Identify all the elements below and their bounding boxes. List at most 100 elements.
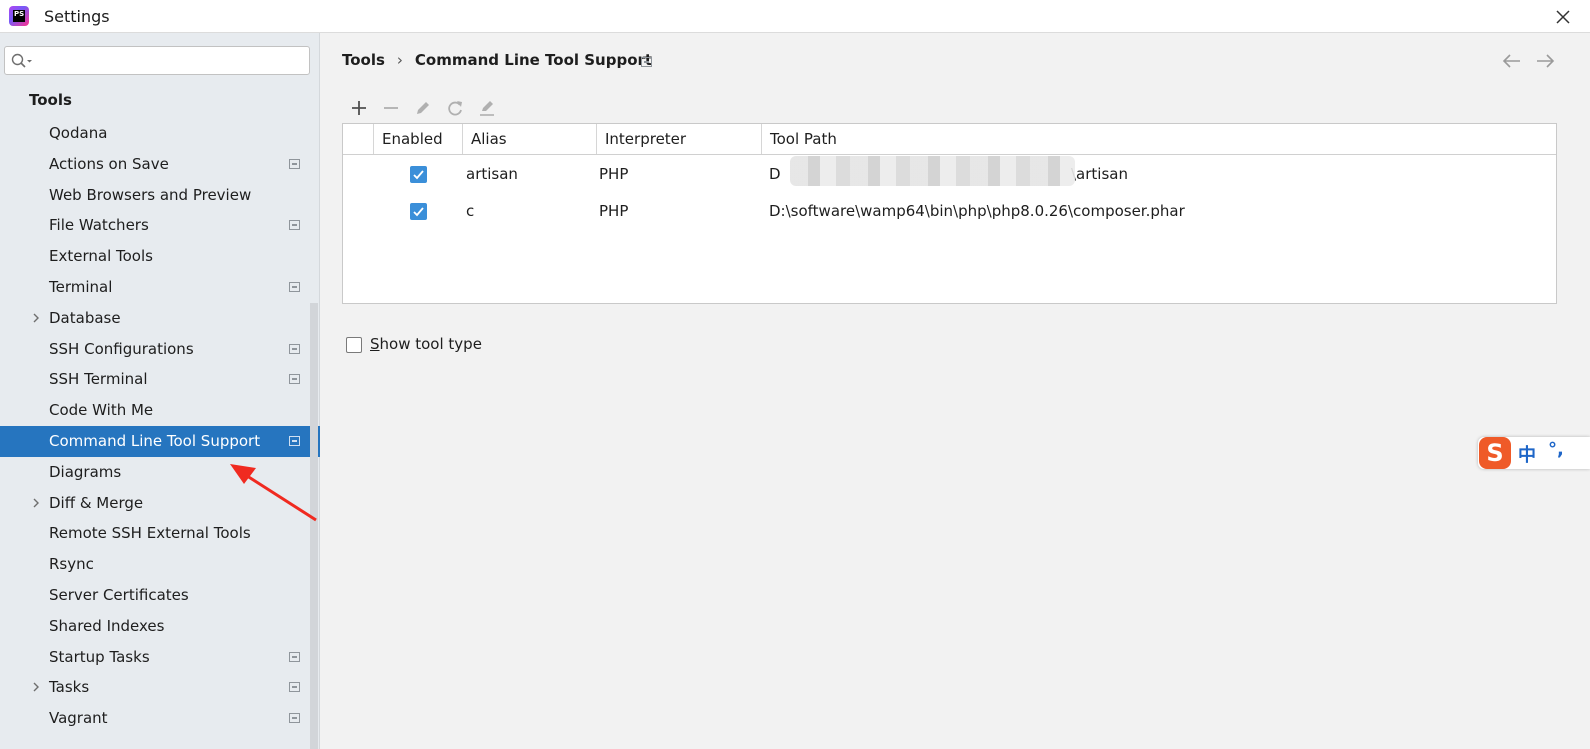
alias-cell: artisan xyxy=(466,165,518,183)
back-arrow-icon[interactable] xyxy=(1501,51,1523,71)
ime-mode[interactable]: 中 xyxy=(1518,441,1536,467)
enabled-checkbox[interactable] xyxy=(410,166,427,183)
sidebar-item-label: Remote SSH External Tools xyxy=(49,524,251,543)
sidebar-item-label: Shared Indexes xyxy=(49,616,165,635)
sidebar-item-label: External Tools xyxy=(49,247,153,266)
tool-path-cell-start: D xyxy=(769,165,781,183)
add-icon[interactable] xyxy=(350,99,368,117)
sidebar-item-vagrant[interactable]: Vagrant xyxy=(0,703,320,734)
project-scope-icon xyxy=(641,57,652,67)
breadcrumb-parent[interactable]: Tools xyxy=(342,51,385,69)
forward-arrow-icon[interactable] xyxy=(1534,51,1556,71)
sidebar-item-ssh-terminal[interactable]: SSH Terminal xyxy=(0,364,320,395)
show-tool-type-label: Show tool type xyxy=(370,335,482,353)
annotation-arrow-icon xyxy=(230,464,317,522)
header-enabled[interactable]: Enabled xyxy=(374,124,463,154)
breadcrumb: Tools › Command Line Tool Support xyxy=(342,51,652,69)
sidebar-item-label: Diagrams xyxy=(49,462,122,481)
sidebar-item-qodana[interactable]: Qodana xyxy=(0,118,320,149)
checkbox-box[interactable] xyxy=(346,337,362,353)
sidebar-item-terminal[interactable]: Terminal xyxy=(0,272,320,303)
tree-root-tools[interactable]: Tools xyxy=(29,91,72,109)
project-scope-icon xyxy=(289,374,300,385)
sidebar-item-label: Startup Tasks xyxy=(49,647,150,666)
sidebar-item-actions-on-save[interactable]: Actions on Save xyxy=(0,149,320,180)
chevron-right-icon[interactable] xyxy=(30,312,42,324)
sidebar-item-server-certificates[interactable]: Server Certificates xyxy=(0,580,320,611)
sidebar-scrollbar[interactable] xyxy=(310,303,318,749)
breadcrumb-separator: › xyxy=(396,51,403,69)
ime-status-badge[interactable]: S 中 °, xyxy=(1478,437,1590,469)
sidebar-item-file-watchers[interactable]: File Watchers xyxy=(0,210,320,241)
header-tool-path[interactable]: Tool Path xyxy=(762,124,1556,154)
sidebar-item-label: Database xyxy=(49,308,121,327)
sidebar-item-label: Tasks xyxy=(49,678,90,697)
sidebar-item-label: SSH Terminal xyxy=(49,370,148,389)
sidebar-item-web-browsers-and-preview[interactable]: Web Browsers and Preview xyxy=(0,180,320,211)
breadcrumb-current: Command Line Tool Support xyxy=(414,51,653,69)
window-title: Settings xyxy=(44,7,110,26)
sidebar-item-startup-tasks[interactable]: Startup Tasks xyxy=(0,642,320,673)
chevron-right-icon[interactable] xyxy=(30,497,42,509)
search-input[interactable] xyxy=(39,50,305,72)
chevron-right-icon[interactable] xyxy=(30,681,42,693)
enabled-checkbox[interactable] xyxy=(410,203,427,220)
phpstorm-logo-icon: PS xyxy=(9,6,29,26)
project-scope-icon xyxy=(289,713,300,724)
table-row[interactable]: c PHP D:\software\wamp64\bin\php\php8.0.… xyxy=(343,193,1556,229)
table-header: Enabled Alias Interpreter Tool Path xyxy=(343,124,1556,155)
sidebar-item-label: Terminal xyxy=(49,277,113,296)
sidebar-item-label: SSH Configurations xyxy=(49,339,194,358)
header-interpreter[interactable]: Interpreter xyxy=(597,124,762,154)
header-spacer xyxy=(343,124,374,154)
checkmark-icon xyxy=(413,170,424,180)
settings-sidebar: Tools Qodana Actions on Save Web Browsers … xyxy=(0,33,320,749)
project-scope-icon xyxy=(289,281,300,292)
sogou-logo-icon: S xyxy=(1479,437,1511,469)
header-alias[interactable]: Alias xyxy=(463,124,597,154)
project-scope-icon xyxy=(289,343,300,354)
sidebar-item-external-tools[interactable]: External Tools xyxy=(0,241,320,272)
settings-tree: Qodana Actions on Save Web Browsers and Pr… xyxy=(0,118,320,734)
close-button[interactable] xyxy=(1552,6,1574,28)
sidebar-item-database[interactable]: Database xyxy=(0,303,320,334)
project-scope-icon xyxy=(289,682,300,693)
title-bar: PS Settings xyxy=(0,0,1590,33)
interpreter-cell: PHP xyxy=(599,202,629,220)
sidebar-item-label: Actions on Save xyxy=(49,154,169,173)
sidebar-item-rsync[interactable]: Rsync xyxy=(0,549,320,580)
remove-icon[interactable] xyxy=(382,99,400,117)
sidebar-item-code-with-me[interactable]: Code With Me xyxy=(0,395,320,426)
ime-punctuation[interactable]: °, xyxy=(1548,439,1564,460)
tool-path-cell: D:\software\wamp64\bin\php\php8.0.26\com… xyxy=(769,202,1185,220)
sidebar-item-command-line-tool-support[interactable]: Command Line Tool Support xyxy=(0,425,320,457)
sidebar-item-label: Qodana xyxy=(49,124,108,142)
project-scope-icon xyxy=(289,651,300,662)
settings-search[interactable] xyxy=(4,46,310,75)
tools-table: Enabled Alias Interpreter Tool Path arti… xyxy=(342,123,1557,304)
sidebar-item-label: Rsync xyxy=(49,555,94,574)
sidebar-item-label: Code With Me xyxy=(49,401,154,420)
project-scope-icon xyxy=(289,435,300,446)
sidebar-item-label: Web Browsers and Preview xyxy=(49,185,252,204)
search-icon xyxy=(11,53,32,68)
sidebar-item-label: Diff & Merge xyxy=(49,493,144,512)
sidebar-item-shared-indexes[interactable]: Shared Indexes xyxy=(0,611,320,642)
sidebar-item-tasks[interactable]: Tasks xyxy=(0,672,320,703)
sidebar-item-ssh-configurations[interactable]: SSH Configurations xyxy=(0,334,320,365)
interpreter-cell: PHP xyxy=(599,165,629,183)
close-icon xyxy=(1556,10,1570,24)
tool-path-cell-end: \artisan xyxy=(1071,165,1128,183)
sidebar-item-label: Command Line Tool Support xyxy=(49,431,261,450)
edit-definition-icon[interactable] xyxy=(478,99,496,117)
refresh-icon[interactable] xyxy=(446,99,464,117)
alias-cell: c xyxy=(466,202,475,220)
table-toolbar xyxy=(343,93,1556,123)
sidebar-item-label: File Watchers xyxy=(49,216,149,235)
sidebar-item-label: Server Certificates xyxy=(49,585,189,604)
edit-icon[interactable] xyxy=(414,99,432,117)
redacted-path-blur xyxy=(790,156,1075,186)
project-scope-icon xyxy=(289,158,300,169)
project-scope-icon xyxy=(289,220,300,231)
sidebar-item-label: Vagrant xyxy=(49,709,108,728)
